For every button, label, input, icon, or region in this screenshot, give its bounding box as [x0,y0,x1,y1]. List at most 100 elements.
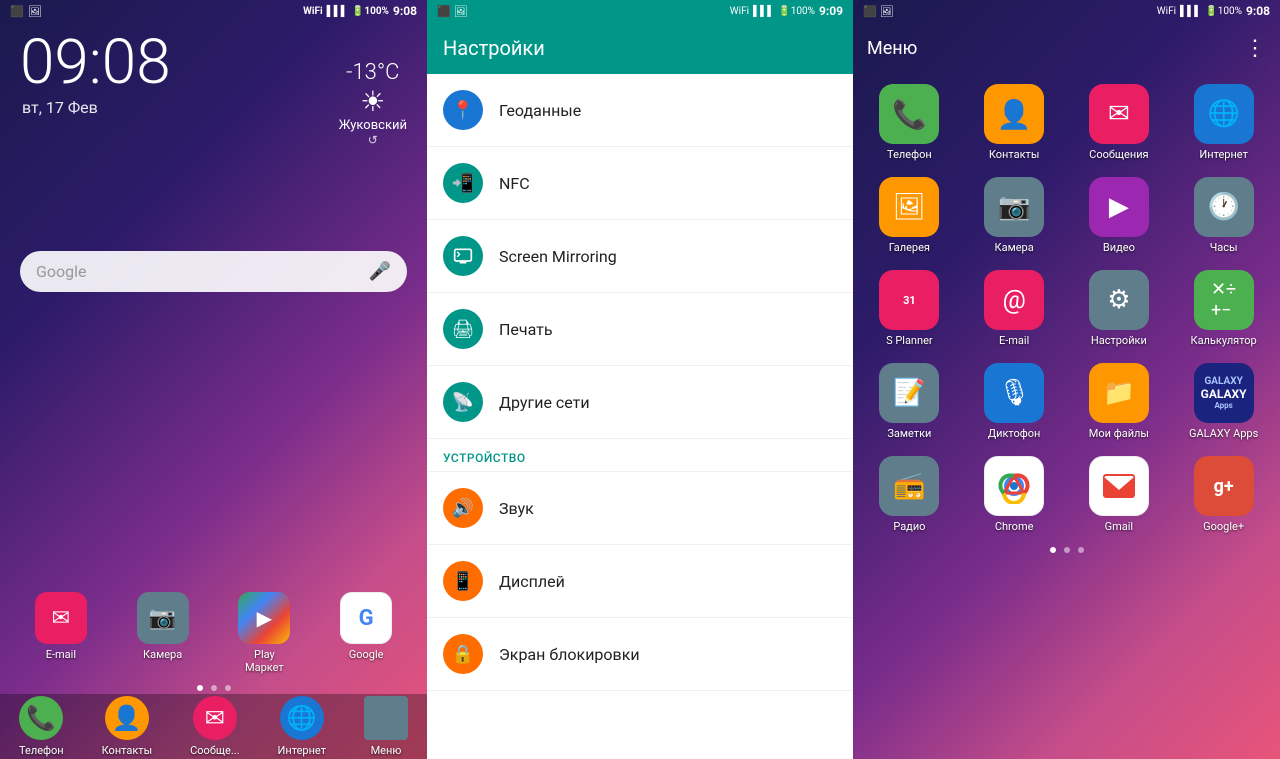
gplus-app-icon: g+ [1194,456,1254,516]
networks-icon: 📡 [443,382,483,422]
a-signal: ▌▌▌ [1180,6,1201,17]
gmail-app-label: Gmail [1105,520,1133,533]
myfiles-app-icon: 📁 [1089,363,1149,423]
geodata-label: Геоданные [499,101,581,120]
gmail-app-icon [1089,456,1149,516]
mic-icon[interactable]: 🎤 [369,261,391,282]
app-phone[interactable]: 📞 Телефон [863,84,956,161]
email-app-label: E-mail [999,334,1029,347]
settings-status-right: WiFi ▌▌▌ 🔋100% 9:09 [730,4,843,18]
wifi-icon: WiFi [303,6,323,17]
internet-app-icon: 🌐 [1194,84,1254,144]
recorder-app-label: Диктофон [988,427,1041,440]
taskbar-internet[interactable]: 🌐 Интернет [278,696,326,757]
app-gmail[interactable]: Gmail [1073,456,1166,533]
email-app-icon: @ [984,270,1044,330]
splanner-app-label: S Planner [886,334,933,347]
app-gallery[interactable]: 🖼 Галерея [863,177,956,254]
settings-lock-screen[interactable]: 🔒 Экран блокировки [427,618,853,691]
settings-list: 📍 Геоданные 📲 NFC Screen Mirroring 🖨 Печ… [427,74,853,759]
chrome-app-icon [984,456,1044,516]
email-label: E-mail [46,648,76,661]
app-recorder[interactable]: 🎙 Диктофон [968,363,1061,440]
app-video[interactable]: ▶ Видео [1073,177,1166,254]
app-internet[interactable]: 🌐 Интернет [1177,84,1270,161]
app-contacts[interactable]: 👤 Контакты [968,84,1061,161]
app-galaxy-apps[interactable]: GALAXY GALAXY Apps GALAXY Apps [1177,363,1270,440]
time-home: 9:08 [393,4,417,18]
s-signal: ▌▌▌ [753,6,774,17]
apps-page-dots [853,547,1280,553]
print-label: Печать [499,320,553,339]
dock-camera[interactable]: 📷 Камера [137,592,189,674]
app-calc[interactable]: ✕÷+− Калькулятор [1177,270,1270,347]
app-settings[interactable]: ⚙ Настройки [1073,270,1166,347]
settings-status-left: ⬛ 🖼 [437,5,467,18]
taskbar-menu[interactable]: Меню [364,696,408,757]
weather-icon: ☀ [339,85,407,118]
dock-email[interactable]: ✉ E-mail [35,592,87,674]
myfiles-app-label: Мои файлы [1089,427,1149,440]
lock-label: Экран блокировки [499,645,640,664]
app-camera[interactable]: 📷 Камера [968,177,1061,254]
clock-app-label: Часы [1210,241,1238,254]
taskbar-messages[interactable]: ✉ Сообще... [190,696,239,757]
messages-app-label: Сообщения [1089,148,1148,161]
apps-status-bar: ⬛ 🖼 WiFi ▌▌▌ 🔋100% 9:08 [853,0,1280,22]
settings-display[interactable]: 📱 Дисплей [427,545,853,618]
apps-header: Меню ⋮ [853,22,1280,74]
calc-app-label: Калькулятор [1191,334,1257,347]
settings-title: Настройки [427,22,853,74]
weather-city: Жуковский [339,118,407,133]
apps-grid: 📞 Телефон 👤 Контакты ✉ Сообщения 🌐 Интер… [853,74,1280,543]
phone-app-icon: 📞 [879,84,939,144]
galaxy-apps-icon: GALAXY GALAXY Apps [1194,363,1254,423]
app-radio[interactable]: 📻 Радио [863,456,956,533]
splanner-app-icon: 31 [879,270,939,330]
app-myfiles[interactable]: 📁 Мои файлы [1073,363,1166,440]
ss-icon1: ⬛ [437,5,451,18]
menu-icon [364,696,408,740]
notes-app-icon: 📝 [879,363,939,423]
app-splanner[interactable]: 31 S Planner [863,270,956,347]
dock-playmarket[interactable]: ▶ PlayМаркет [238,592,290,674]
settings-geodata[interactable]: 📍 Геоданные [427,74,853,147]
gallery-app-icon: 🖼 [879,177,939,237]
dot-3 [225,685,231,691]
app-notes[interactable]: 📝 Заметки [863,363,956,440]
as-icon2: 🖼 [879,5,893,18]
settings-sound[interactable]: 🔊 Звук [427,472,853,545]
search-bar[interactable]: Google 🎤 [20,251,407,292]
apps-overflow-menu[interactable]: ⋮ [1244,36,1266,61]
taskbar-contacts[interactable]: 👤 Контакты [102,696,153,757]
playmarket-icon: ▶ [238,592,290,644]
app-email[interactable]: @ E-mail [968,270,1061,347]
a-battery: 🔋100% [1205,6,1242,17]
as-icon1: ⬛ [863,5,877,18]
screenshot-icon: ⬛ [10,5,24,18]
contacts-app-label: Контакты [989,148,1040,161]
dock-google[interactable]: G Google [340,592,392,674]
settings-screen-mirroring[interactable]: Screen Mirroring [427,220,853,293]
app-messages[interactable]: ✉ Сообщения [1073,84,1166,161]
refresh-icon[interactable]: ↺ [339,133,407,147]
signal-icon: ▌▌▌ [327,6,348,17]
mirroring-label: Screen Mirroring [499,247,617,266]
taskbar-phone[interactable]: 📞 Телефон [19,696,64,757]
app-chrome[interactable]: Chrome [968,456,1061,533]
settings-other-networks[interactable]: 📡 Другие сети [427,366,853,439]
s-battery: 🔋100% [778,6,815,17]
settings-nfc[interactable]: 📲 NFC [427,147,853,220]
app-clock[interactable]: 🕐 Часы [1177,177,1270,254]
lock-icon: 🔒 [443,634,483,674]
settings-print[interactable]: 🖨 Печать [427,293,853,366]
phone-app-label: Телефон [887,148,932,161]
radio-app-icon: 📻 [879,456,939,516]
gplus-app-label: Google+ [1203,520,1244,533]
battery-icon: 🔋100% [352,6,389,17]
playmarket-label: PlayМаркет [245,648,284,674]
app-gplus[interactable]: g+ Google+ [1177,456,1270,533]
apps-dot-3 [1078,547,1084,553]
apps-status-left: ⬛ 🖼 [863,5,893,18]
display-label: Дисплей [499,572,565,591]
